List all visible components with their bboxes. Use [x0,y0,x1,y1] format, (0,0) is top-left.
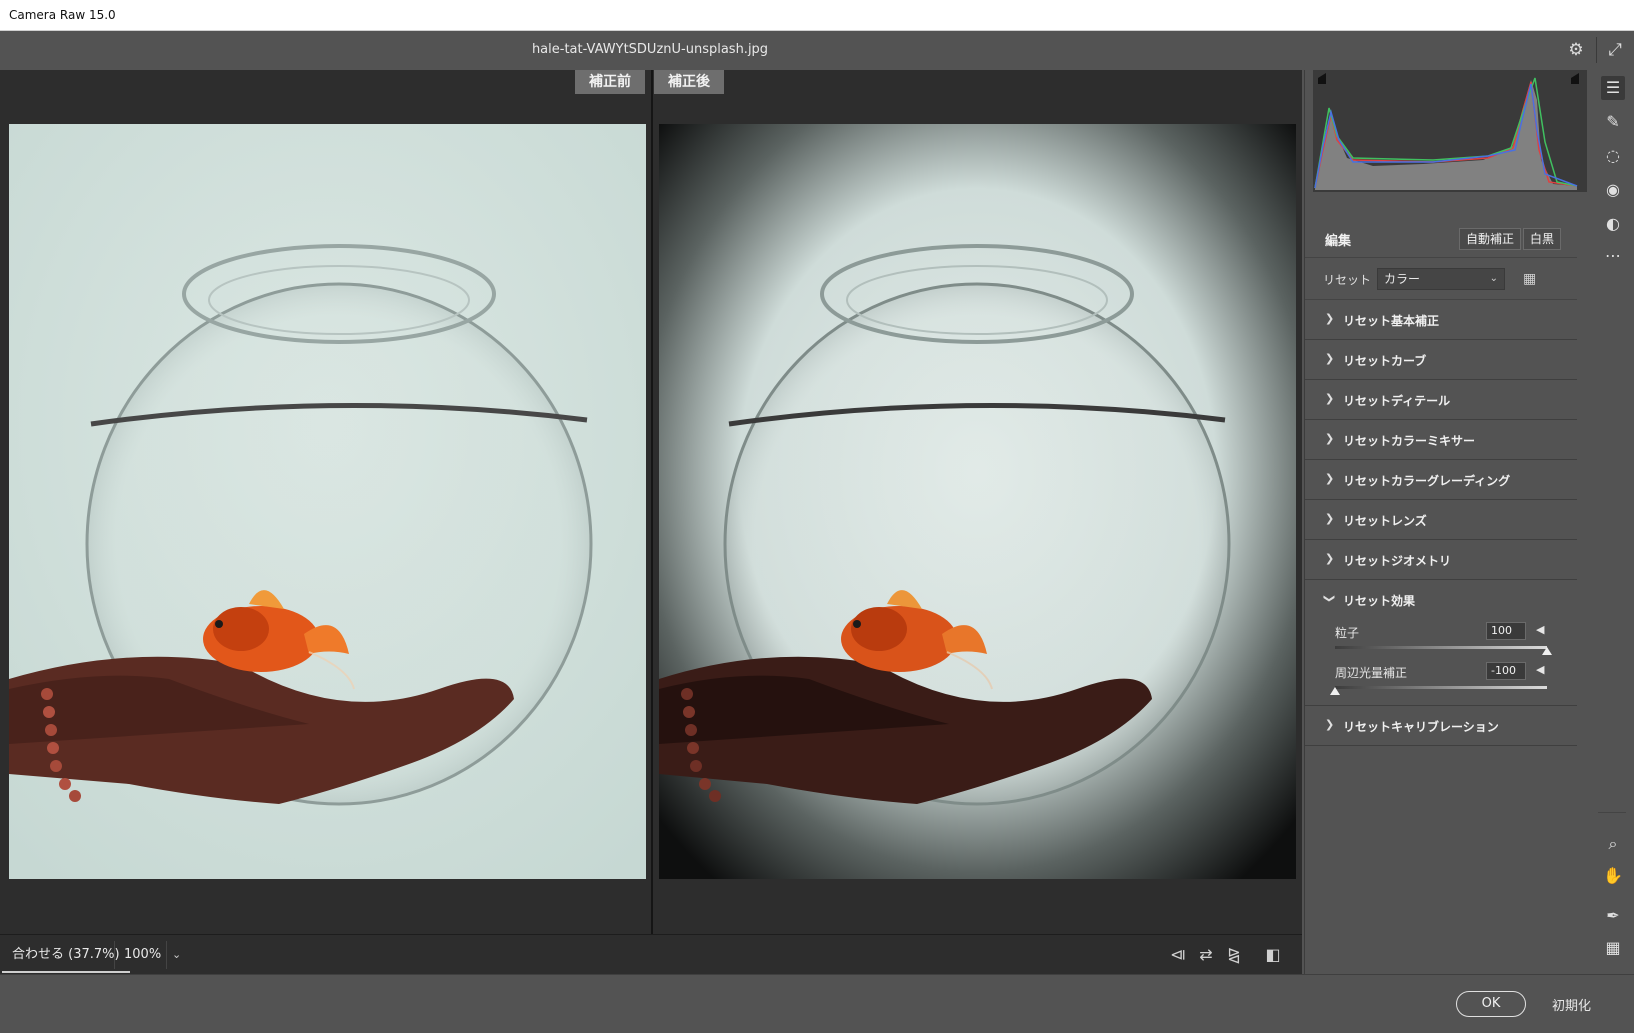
profile-label: リセット [1323,273,1372,287]
before-after-view-icon[interactable]: ◧ [1262,945,1284,965]
chevron-right-icon: ❯ [1325,432,1335,445]
zoom-icon[interactable]: ⌕ [1601,832,1625,856]
section-geometry[interactable]: ❯ リセットジオメトリ [1305,540,1577,580]
color-sampler-icon[interactable]: ✒ [1601,904,1625,928]
hand-icon[interactable]: ✋ [1601,864,1625,888]
after-image [659,124,1296,879]
image-viewer[interactable]: 補正前 補正後 [0,70,1302,934]
zoom-separator [166,941,167,969]
section-color-grading[interactable]: ❯ リセットカラーグレーディング [1305,460,1577,500]
copy-settings-icon[interactable]: ⧏ [1167,945,1189,965]
section-label: リセットカーブ [1343,354,1427,368]
document-header: hale-tat-VAWYtSDUznU-unsplash.jpg ⚙ ⤢ [0,31,1634,70]
chevron-down-icon: ⌄ [1489,273,1498,284]
section-detail[interactable]: ❯ リセットディテール [1305,380,1577,420]
grain-value-input[interactable]: 100 [1486,622,1526,640]
zoom-dropdown[interactable]: ⌄ [172,938,181,971]
chevron-right-icon: ❯ [1325,312,1335,325]
edit-panel: 編集 自動補正 白黒 リセット カラー ⌄ ▦ ❯ リセット基本補正 ❯ リセッ… [1304,70,1590,974]
section-label: リセットキャリブレーション [1343,720,1499,734]
grain-slider-thumb[interactable] [1542,647,1552,655]
vignette-label: 周辺光量補正 [1335,666,1408,680]
gear-icon[interactable]: ⚙ [1565,39,1587,61]
chevron-right-icon: ❯ [1325,352,1335,365]
ok-button[interactable]: OK [1456,991,1526,1017]
section-calibration[interactable]: ❯ リセットキャリブレーション [1305,706,1577,746]
auto-button[interactable]: 自動補正 [1459,228,1522,250]
grain-slider-track[interactable] [1335,646,1547,649]
reset-button[interactable]: 初期化 [1552,995,1591,1014]
chevron-right-icon: ❯ [1325,552,1335,565]
chevron-right-icon: ❯ [1325,512,1335,525]
vignette-value-input[interactable]: -100 [1486,662,1526,680]
profile-select[interactable]: カラー ⌄ [1377,268,1505,290]
healing-brush-icon[interactable]: ✎ [1601,110,1625,134]
zoom-100-button[interactable]: 100% [124,938,161,971]
section-label: リセット基本補正 [1343,314,1440,328]
copy-after-to-before-icon[interactable]: ⧎ [1223,945,1245,965]
edit-sliders-icon[interactable]: ☰ [1601,76,1625,100]
section-basic[interactable]: ❯ リセット基本補正 [1305,300,1577,340]
tool-divider [1598,812,1626,813]
more-icon[interactable]: ⋯ [1601,244,1625,268]
zoom-separator [114,941,115,969]
section-label: リセットディテール [1343,394,1451,408]
section-label: リセットカラーミキサー [1343,434,1476,448]
grid-overlay-icon[interactable]: ▦ [1601,936,1625,960]
vignette-arrow-icon[interactable]: ◀ [1536,663,1544,676]
section-label: リセットジオメトリ [1343,554,1452,568]
section-label: リセット効果 [1343,594,1416,608]
section-lens[interactable]: ❯ リセットレンズ [1305,500,1577,540]
chevron-down-icon: ❯ [1323,593,1337,604]
highlight-clipping-icon [1571,73,1579,84]
grain-label: 粒子 [1335,626,1360,640]
window-titlebar: Camera Raw 15.0 [0,0,1634,31]
chevron-right-icon: ❯ [1325,392,1335,405]
after-label: 補正後 [654,70,724,94]
before-label: 補正前 [575,70,645,94]
vignette-slider-row: 周辺光量補正 -100 ◀ [1305,662,1577,702]
profile-row: リセット カラー ⌄ ▦ [1305,258,1577,300]
section-label: リセットカラーグレーディング [1343,474,1511,488]
camera-raw-window: Camera Raw 15.0 hale-tat-VAWYtSDUznU-uns… [0,0,1634,1033]
swap-icon[interactable]: ⇄ [1195,945,1217,965]
dialog-footer: OK 初期化 [0,974,1634,1033]
section-effects[interactable]: ❯ リセット効果 粒子 100 ◀ 周辺光量補正 -100 ◀ [1305,580,1577,706]
profile-browser-icon[interactable]: ▦ [1523,270,1541,288]
grain-arrow-icon[interactable]: ◀ [1536,623,1544,636]
expand-icon[interactable]: ⤢ [1604,39,1626,61]
grain-slider-row: 粒子 100 ◀ [1305,622,1577,662]
red-eye-icon[interactable]: ◉ [1601,178,1625,202]
vignette-slider-track[interactable] [1335,686,1547,689]
edit-title: 編集 [1325,234,1352,249]
histogram [1313,70,1587,192]
before-image [9,124,646,879]
black-white-button[interactable]: 白黒 [1523,228,1562,250]
viewer-statusbar: 合わせる (37.7%) 100% ⌄ ⧏ ⇄ ⧎ ◧ [0,934,1302,974]
edit-header: 編集 自動補正 白黒 [1305,222,1577,258]
shadow-clipping-icon [1318,73,1326,84]
zoom-fit-button[interactable]: 合わせる (37.7%) [2,938,130,973]
chevron-right-icon: ❯ [1325,718,1335,731]
presets-icon[interactable]: ◐ [1601,212,1625,236]
chevron-right-icon: ❯ [1325,472,1335,485]
vignette-slider-thumb[interactable] [1330,687,1340,695]
header-divider [1596,37,1597,63]
before-after-divider [651,70,653,934]
section-curve[interactable]: ❯ リセットカーブ [1305,340,1577,380]
file-name: hale-tat-VAWYtSDUznU-unsplash.jpg [531,42,769,57]
mask-icon[interactable]: ◌ [1601,144,1625,168]
window-title: Camera Raw 15.0 [9,8,116,22]
section-color-mixer[interactable]: ❯ リセットカラーミキサー [1305,420,1577,460]
section-label: リセットレンズ [1343,514,1427,528]
profile-value: カラー [1384,272,1421,286]
tool-strip: ☰ ✎ ◌ ◉ ◐ ⋯ ⌕ ✋ ✒ ▦ [1590,70,1634,974]
